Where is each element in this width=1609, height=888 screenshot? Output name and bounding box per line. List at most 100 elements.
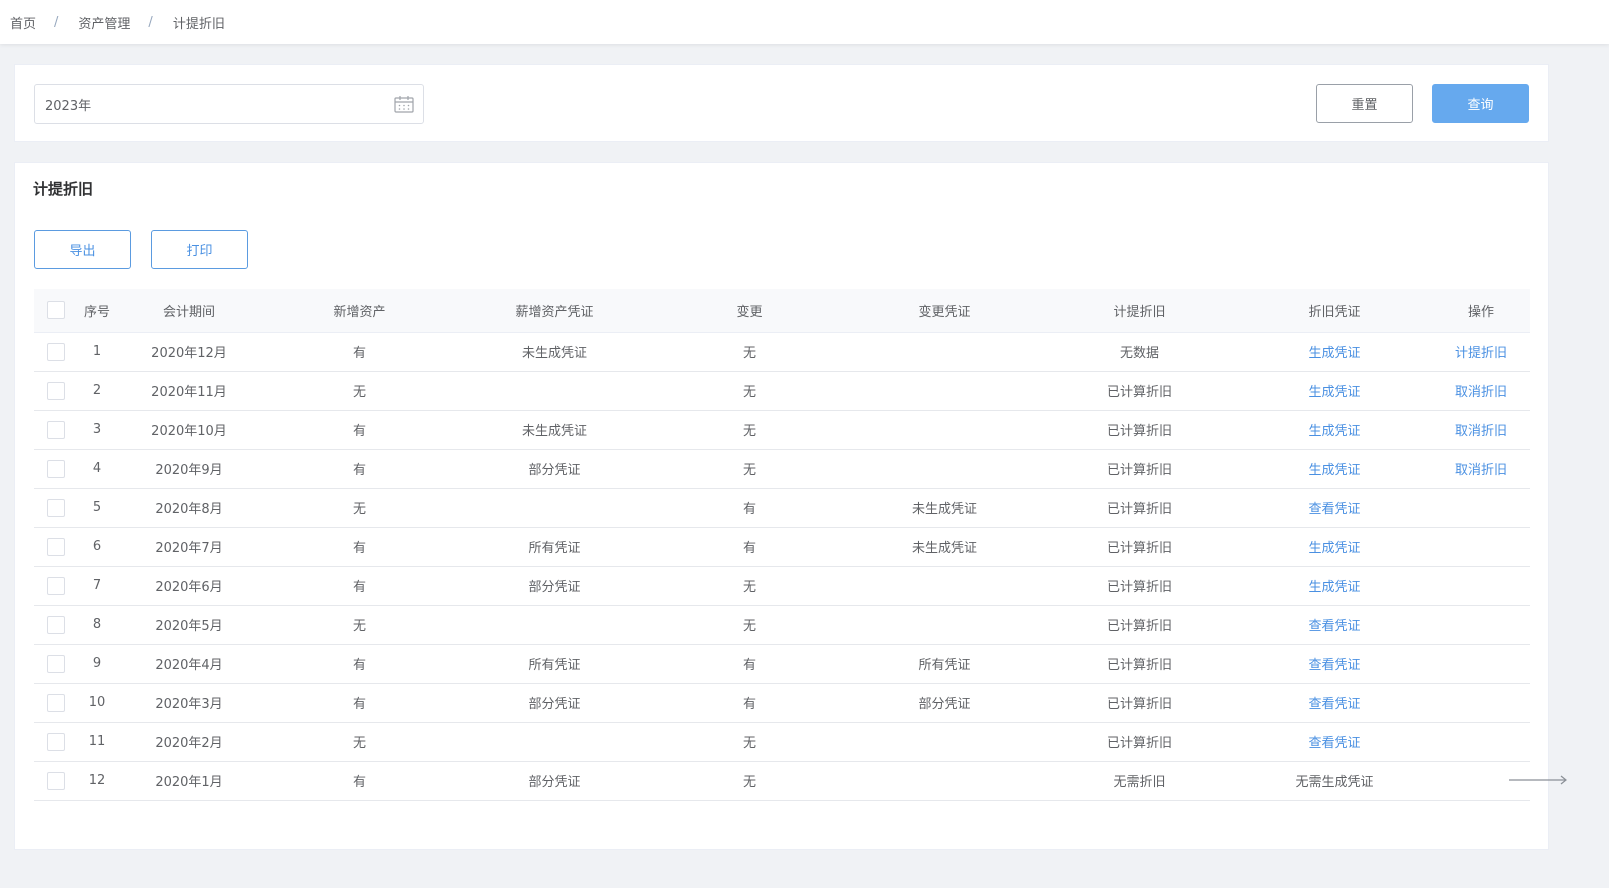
table-header-row: 序号 会计期间 新增资产 薪增资产凭证 变更 变更凭证 计提折旧 折旧凭证 操作 xyxy=(34,289,1530,333)
cell-change-voucher: 未生成凭证 xyxy=(847,527,1042,567)
cell-depreciation: 已计算折旧 xyxy=(1042,683,1237,723)
row-checkbox[interactable] xyxy=(47,771,65,790)
cell-index-text: 9 xyxy=(92,656,102,671)
row-checkbox[interactable] xyxy=(47,615,65,634)
reset-button[interactable]: 重置 xyxy=(1316,84,1413,123)
cell-action xyxy=(1432,605,1530,645)
header-new-asset: 新增资产 xyxy=(262,289,457,333)
arrow-right-icon[interactable] xyxy=(1509,774,1569,786)
cell-change-text: 无 xyxy=(742,775,756,790)
cell-change-voucher-text: 未生成凭证 xyxy=(911,502,977,517)
cell-depreciation-voucher: 查看凭证 xyxy=(1237,488,1432,528)
cell-new-asset-voucher: 部分凭证 xyxy=(457,761,652,801)
cell-change-text: 无 xyxy=(742,736,756,751)
calendar-icon[interactable] xyxy=(394,95,414,113)
row-checkbox[interactable] xyxy=(47,381,65,400)
row-action-link[interactable]: 计提折旧 xyxy=(1455,346,1507,361)
cell-period: 2020年11月 xyxy=(116,371,262,411)
filter-panel: 重置 查询 xyxy=(14,64,1549,142)
row-checkbox[interactable] xyxy=(47,342,65,361)
cell-action: 计提折旧 xyxy=(1432,332,1530,372)
cell-new-asset-voucher xyxy=(457,371,652,411)
cell-index: 12 xyxy=(78,761,116,801)
select-all-checkbox[interactable] xyxy=(47,301,65,320)
cell-index: 6 xyxy=(78,527,116,567)
cell-index: 2 xyxy=(78,371,116,411)
row-checkbox[interactable] xyxy=(47,420,65,439)
cell-depreciation: 已计算折旧 xyxy=(1042,566,1237,606)
breadcrumb-separator: / xyxy=(148,14,153,30)
cell-index: 9 xyxy=(78,644,116,684)
row-action-link[interactable]: 取消折旧 xyxy=(1455,424,1507,439)
header-change: 变更 xyxy=(652,289,847,333)
cell-depreciation-voucher: 查看凭证 xyxy=(1237,722,1432,762)
export-button[interactable]: 导出 xyxy=(34,230,131,269)
voucher-link[interactable]: 生成凭证 xyxy=(1308,580,1360,595)
cell-depreciation-text: 无需折旧 xyxy=(1113,775,1166,790)
table-row: 8 2020年5月 无 无 已计算折旧 查看凭证 xyxy=(34,605,1530,645)
breadcrumb-home[interactable]: 首页 xyxy=(10,13,36,32)
year-picker[interactable] xyxy=(34,84,424,124)
voucher-link[interactable]: 生成凭证 xyxy=(1308,541,1360,556)
header-index: 序号 xyxy=(78,289,116,333)
cell-depreciation-text: 已计算折旧 xyxy=(1106,463,1172,478)
voucher-link[interactable]: 查看凭证 xyxy=(1308,619,1360,634)
row-action-link[interactable]: 取消折旧 xyxy=(1455,463,1507,478)
row-checkbox[interactable] xyxy=(47,654,65,673)
row-checkbox[interactable] xyxy=(47,459,65,478)
cell-depreciation-voucher: 生成凭证 xyxy=(1237,566,1432,606)
cell-index-text: 8 xyxy=(92,617,102,632)
cell-index: 1 xyxy=(78,332,116,372)
cell-depreciation-text: 已计算折旧 xyxy=(1106,385,1172,400)
cell-new-asset-text: 无 xyxy=(352,502,366,517)
row-action-link[interactable]: 取消折旧 xyxy=(1455,385,1507,400)
cell-period: 2020年5月 xyxy=(116,605,262,645)
voucher-link[interactable]: 查看凭证 xyxy=(1308,502,1360,517)
row-checkbox[interactable] xyxy=(47,693,65,712)
row-checkbox[interactable] xyxy=(47,537,65,556)
voucher-link[interactable]: 生成凭证 xyxy=(1308,463,1360,478)
cell-period-text: 2020年7月 xyxy=(155,541,223,556)
cell-new-asset-text: 无 xyxy=(352,385,366,400)
year-input[interactable] xyxy=(45,85,385,123)
table-row: 10 2020年3月 有 部分凭证 有 部分凭证 已计算折旧 查看凭证 xyxy=(34,683,1530,723)
print-button[interactable]: 打印 xyxy=(151,230,248,269)
cell-new-asset-voucher: 部分凭证 xyxy=(457,449,652,489)
depreciation-panel: 计提折旧 导出 打印 序号 会计期间 新增资产 薪增资产凭证 变更 变更凭证 计… xyxy=(14,162,1549,850)
cell-new-asset-text: 无 xyxy=(352,736,366,751)
cell-period-text: 2020年5月 xyxy=(155,619,223,634)
voucher-link[interactable]: 查看凭证 xyxy=(1308,697,1360,712)
voucher-link[interactable]: 查看凭证 xyxy=(1308,658,1360,673)
row-checkbox-cell xyxy=(34,605,78,645)
row-checkbox[interactable] xyxy=(47,576,65,595)
cell-depreciation-text: 已计算折旧 xyxy=(1106,619,1172,634)
cell-period-text: 2020年12月 xyxy=(151,346,227,361)
cell-depreciation-text: 已计算折旧 xyxy=(1106,658,1172,673)
cell-index-text: 4 xyxy=(92,461,102,476)
cell-new-asset-voucher-text: 所有凭证 xyxy=(528,658,581,673)
voucher-link[interactable]: 生成凭证 xyxy=(1308,346,1360,361)
cell-depreciation-voucher: 生成凭证 xyxy=(1237,527,1432,567)
voucher-link[interactable]: 生成凭证 xyxy=(1308,385,1360,400)
voucher-link[interactable]: 生成凭证 xyxy=(1308,424,1360,439)
cell-depreciation: 已计算折旧 xyxy=(1042,722,1237,762)
cell-new-asset: 有 xyxy=(262,332,457,372)
table-row: 3 2020年10月 有 未生成凭证 无 已计算折旧 生成凭证 取消折旧 xyxy=(34,410,1530,450)
row-checkbox[interactable] xyxy=(47,498,65,517)
voucher-link[interactable]: 查看凭证 xyxy=(1308,736,1360,751)
cell-depreciation-voucher: 生成凭证 xyxy=(1237,332,1432,372)
cell-change-text: 有 xyxy=(742,658,756,673)
cell-action: 取消折旧 xyxy=(1432,449,1530,489)
cell-depreciation: 已计算折旧 xyxy=(1042,605,1237,645)
row-checkbox-cell xyxy=(34,332,78,372)
cell-change-voucher: 未生成凭证 xyxy=(847,488,1042,528)
breadcrumb-asset-management[interactable]: 资产管理 xyxy=(78,13,130,32)
cell-depreciation-text: 已计算折旧 xyxy=(1106,502,1172,517)
cell-new-asset-voucher-text: 未生成凭证 xyxy=(521,424,587,439)
cell-period-text: 2020年10月 xyxy=(151,424,227,439)
header-depreciation: 计提折旧 xyxy=(1042,289,1237,333)
table-row: 9 2020年4月 有 所有凭证 有 所有凭证 已计算折旧 查看凭证 xyxy=(34,644,1530,684)
query-button[interactable]: 查询 xyxy=(1432,84,1529,123)
row-checkbox[interactable] xyxy=(47,732,65,751)
cell-index: 8 xyxy=(78,605,116,645)
